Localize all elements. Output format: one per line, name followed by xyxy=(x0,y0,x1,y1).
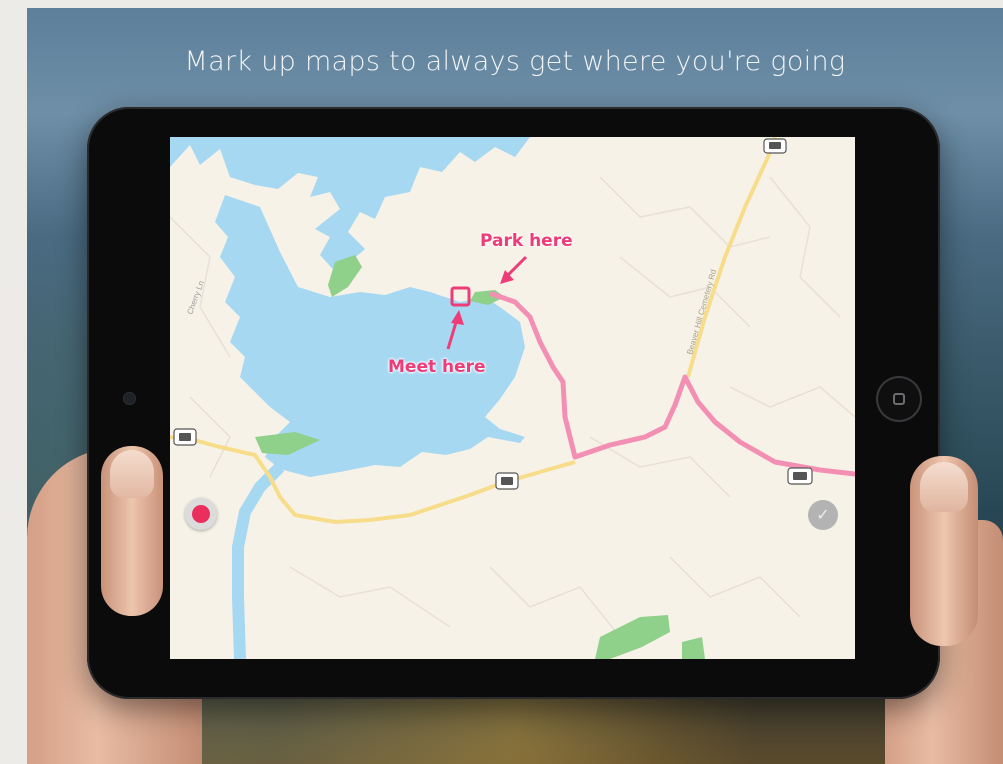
right-thumbnail xyxy=(920,462,968,512)
road-shield-icon xyxy=(763,138,787,154)
map-screen[interactable]: Cherry Ln Beaver Hill Cemetery Rd Park h… xyxy=(170,137,855,659)
record-dot-icon xyxy=(192,505,210,523)
road-shield-icon xyxy=(787,467,813,485)
record-button[interactable] xyxy=(185,498,217,530)
camera-icon xyxy=(124,393,135,404)
home-square-icon xyxy=(893,393,905,405)
left-thumbnail xyxy=(110,450,154,498)
home-button[interactable] xyxy=(878,378,920,420)
checkmark-icon[interactable]: ✓ xyxy=(808,500,838,530)
map-canvas[interactable]: Cherry Ln Beaver Hill Cemetery Rd xyxy=(170,137,855,659)
meet-here-label: Meet here xyxy=(388,357,486,377)
promo-headline: Mark up maps to always get where you're … xyxy=(184,46,846,77)
road-shield-icon xyxy=(173,428,197,446)
park-here-label: Park here xyxy=(480,231,573,251)
road-shield-icon xyxy=(495,472,519,490)
